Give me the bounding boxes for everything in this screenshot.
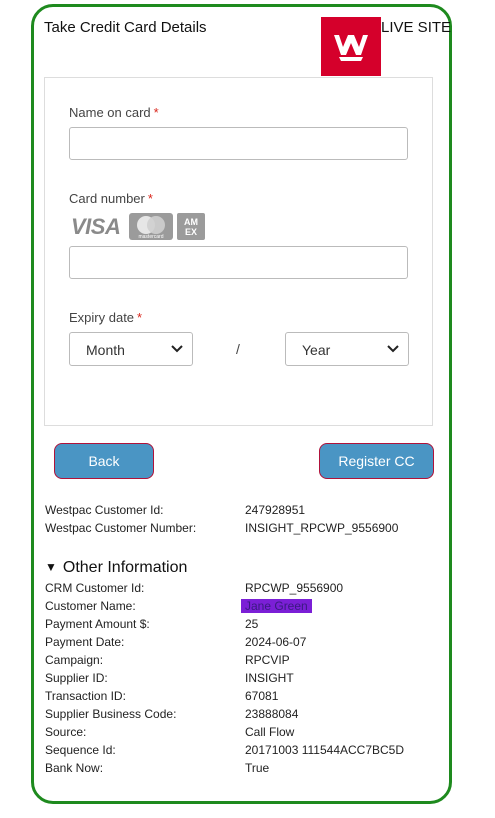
info-key: Campaign: <box>45 653 104 667</box>
expiry-separator: / <box>236 341 240 357</box>
name-on-card-input[interactable] <box>69 127 408 160</box>
info-key: Source: <box>45 725 87 739</box>
info-key: Supplier ID: <box>45 671 108 685</box>
expiry-year-select[interactable]: Year <box>285 332 409 366</box>
back-button[interactable]: Back <box>54 443 154 479</box>
svg-text:mastercard: mastercard <box>138 234 163 240</box>
info-key: Payment Date: <box>45 635 125 649</box>
customer-number-value: INSIGHT_RPCWP_9556900 <box>245 521 399 535</box>
customer-number-key: Westpac Customer Number: <box>45 521 197 535</box>
westpac-logo <box>321 17 381 76</box>
expanded-triangle-icon: ▼ <box>45 560 57 574</box>
info-key: Transaction ID: <box>45 689 126 703</box>
expiry-month-value: Month <box>86 342 125 358</box>
info-key: Bank Now: <box>45 761 104 775</box>
customer-id-key: Westpac Customer Id: <box>45 503 164 517</box>
card-number-label: Card number * <box>69 191 153 206</box>
card-number-input[interactable] <box>69 246 408 279</box>
page-title: Take Credit Card Details <box>44 19 207 36</box>
info-value: 67081 <box>245 689 279 703</box>
info-value: 25 <box>245 617 259 631</box>
info-value: RPCWP_9556900 <box>245 581 344 595</box>
expiry-date-label: Expiry date * <box>69 310 143 325</box>
mastercard-logo: mastercard <box>129 213 173 240</box>
other-information-title: Other Information <box>62 559 188 576</box>
expiry-year-value: Year <box>302 342 331 358</box>
info-key: Payment Amount $: <box>45 617 150 631</box>
info-key: Supplier Business Code: <box>45 707 177 721</box>
info-key: Sequence Id: <box>45 743 116 757</box>
live-site-label: LIVE SITE <box>381 19 452 36</box>
customer-id-value: 247928951 <box>245 503 306 517</box>
amex-logo: AM EX <box>177 213 205 240</box>
info-value: INSIGHT <box>245 671 294 685</box>
info-key: CRM Customer Id: <box>45 581 145 595</box>
expiry-month-select[interactable]: Month <box>69 332 193 366</box>
info-value: 20171003 111544ACC7BC5D <box>245 743 405 757</box>
other-information-toggle[interactable]: ▼ Other Information <box>45 559 187 577</box>
info-value: Call Flow <box>245 725 295 739</box>
chevron-down-icon <box>387 345 399 353</box>
info-value: True <box>245 761 270 775</box>
info-value: RPCVIP <box>245 653 290 667</box>
register-cc-button[interactable]: Register CC <box>319 443 434 479</box>
info-key: Customer Name: <box>45 599 136 613</box>
name-on-card-label: Name on card * <box>69 105 159 120</box>
info-value: 2024-06-07 <box>245 635 307 649</box>
chevron-down-icon <box>171 345 183 353</box>
svg-text:EX: EX <box>185 227 197 237</box>
visa-logo: VISA <box>71 214 121 239</box>
svg-text:AM: AM <box>184 217 198 227</box>
info-value: 23888084 <box>245 707 299 721</box>
customer-name-redacted-value: Jane Green <box>241 599 312 613</box>
